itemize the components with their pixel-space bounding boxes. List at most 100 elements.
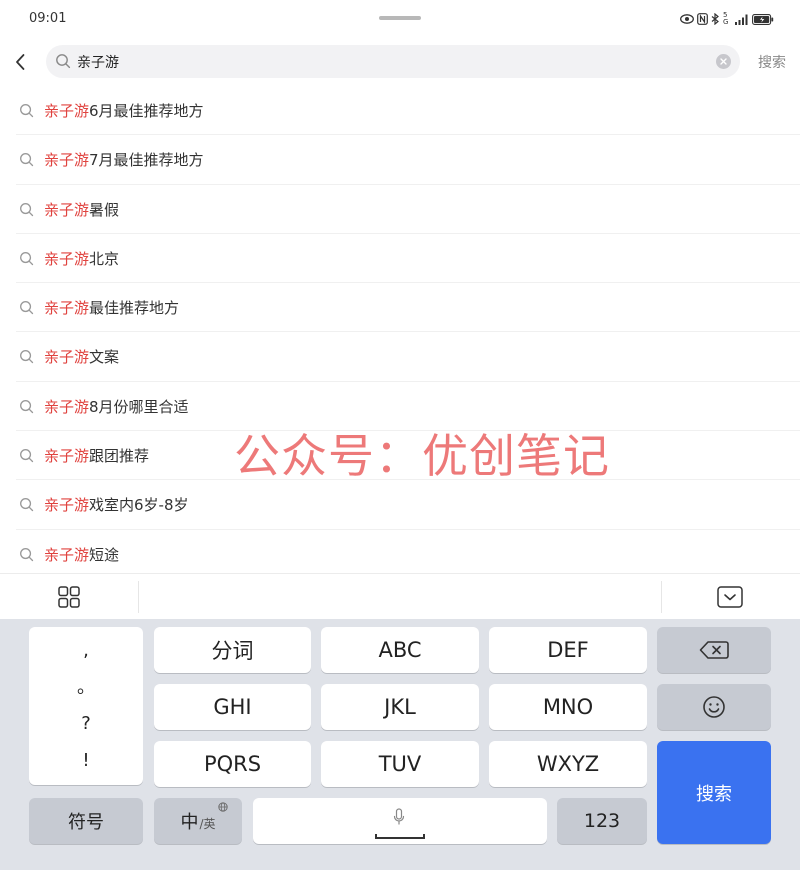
suggestion-highlight: 亲子游 xyxy=(44,102,90,120)
emoji-key[interactable] xyxy=(657,684,771,730)
search-icon xyxy=(20,301,34,315)
suggestion-rest: 最佳推荐地方 xyxy=(89,299,180,318)
search-box[interactable] xyxy=(46,45,740,78)
microphone-icon xyxy=(393,808,405,825)
suggestion-rest: 6月最佳推荐地方 xyxy=(89,102,204,120)
status-icons: 5G xyxy=(680,12,774,26)
suggestion-rest: 文案 xyxy=(89,348,120,367)
key-fenci[interactable]: 分词 xyxy=(154,627,311,673)
backspace-icon xyxy=(699,641,729,659)
suggestion-rest: 暑假 xyxy=(89,200,120,219)
search-icon xyxy=(20,547,34,561)
space-bar[interactable] xyxy=(253,798,547,844)
search-icon xyxy=(20,399,34,413)
suggestion-text: 亲子游暑假 xyxy=(44,199,119,220)
symbol-key[interactable]: 符号 xyxy=(29,798,143,844)
suggestion-highlight: 亲子游 xyxy=(44,545,90,564)
suggestion-item[interactable]: 亲子游6月最佳推荐地方 xyxy=(16,86,800,136)
suggestion-highlight: 亲子游 xyxy=(44,397,90,416)
suggestion-rest: 跟团推荐 xyxy=(89,447,150,466)
close-icon xyxy=(720,58,727,65)
back-button[interactable] xyxy=(8,48,32,76)
toolbar-divider xyxy=(661,581,662,613)
status-time: 09:01 xyxy=(29,11,67,26)
suggestion-text: 亲子游戏室内6岁-8岁 xyxy=(44,494,189,515)
backspace-key[interactable] xyxy=(657,627,771,673)
signal-icon xyxy=(735,14,748,25)
eye-icon xyxy=(680,14,694,24)
smiley-icon xyxy=(703,696,725,718)
suggestion-text: 亲子游跟团推荐 xyxy=(44,445,149,466)
key-jkl[interactable]: JKL xyxy=(321,684,479,730)
suggestion-highlight: 亲子游 xyxy=(44,249,90,268)
search-icon xyxy=(20,251,34,266)
suggestion-item[interactable]: 亲子游文案 xyxy=(16,332,800,382)
suggestion-rest: 7月最佳推荐地方 xyxy=(89,151,204,170)
suggestion-rest: 北京 xyxy=(89,249,120,268)
punct-question: ? xyxy=(81,713,91,735)
grab-handle[interactable] xyxy=(379,16,421,20)
punct-comma: , xyxy=(83,640,89,662)
suggestion-item[interactable]: 亲子游8月份哪里合适 xyxy=(16,382,800,432)
key-tuv[interactable]: TUV xyxy=(321,741,479,787)
key-wxyz[interactable]: WXYZ xyxy=(489,741,647,787)
suggestion-rest: 戏室内6岁-8岁 xyxy=(89,496,189,515)
nfc-icon xyxy=(697,13,708,25)
key-pqrs[interactable]: PQRS xyxy=(154,741,311,787)
search-enter-key[interactable]: 搜索 xyxy=(657,741,771,844)
keyboard: , 。 ? ! 分词 ABC DEF GHI JKL MNO PQRS TUV … xyxy=(0,619,800,870)
clear-button[interactable] xyxy=(716,54,731,69)
toolbar-divider xyxy=(138,581,139,613)
lang-main-label: 中 xyxy=(180,812,199,833)
punct-exclaim: ! xyxy=(82,749,90,771)
keyboard-toolbar xyxy=(0,573,800,620)
suggestion-text: 亲子游6月最佳推荐地方 xyxy=(44,100,204,121)
lang-sub-label: /英 xyxy=(199,816,216,831)
suggestion-item[interactable]: 亲子游最佳推荐地方 xyxy=(16,283,800,333)
suggestion-text: 亲子游8月份哪里合适 xyxy=(44,396,189,417)
suggestion-item[interactable]: 亲子游戏室内6岁-8岁 xyxy=(16,480,800,530)
space-indicator xyxy=(375,834,425,839)
search-submit-button[interactable]: 搜索 xyxy=(758,52,786,72)
key-ghi[interactable]: GHI xyxy=(154,684,311,730)
keyboard-hide-icon[interactable] xyxy=(717,586,743,608)
globe-icon xyxy=(218,802,228,812)
search-icon xyxy=(20,498,34,512)
search-header: 搜索 xyxy=(0,40,800,84)
network-label: 5G xyxy=(723,11,729,26)
language-switch-key[interactable]: 中/英 xyxy=(154,798,242,844)
punctuation-key[interactable]: , 。 ? ! xyxy=(29,627,143,785)
punct-period: 。 xyxy=(77,676,95,698)
number-key[interactable]: 123 xyxy=(557,798,647,844)
search-icon xyxy=(56,54,71,69)
bluetooth-icon xyxy=(711,13,719,25)
suggestion-rest: 短途 xyxy=(89,545,120,564)
suggestion-highlight: 亲子游 xyxy=(44,299,90,318)
search-icon xyxy=(20,202,34,216)
key-abc[interactable]: ABC xyxy=(321,627,479,673)
key-mno[interactable]: MNO xyxy=(489,684,647,730)
suggestion-text: 亲子游短途 xyxy=(44,544,119,565)
status-bar: 09:01 5G xyxy=(0,0,800,40)
suggestion-item[interactable]: 亲子游跟团推荐 xyxy=(16,431,800,481)
suggestion-text: 亲子游7月最佳推荐地方 xyxy=(44,149,204,170)
search-icon xyxy=(20,153,34,167)
suggestion-item[interactable]: 亲子游7月最佳推荐地方 xyxy=(16,135,800,185)
suggestion-text: 亲子游文案 xyxy=(44,346,119,367)
search-icon xyxy=(20,104,34,118)
search-icon xyxy=(20,449,34,463)
grid-menu-icon[interactable] xyxy=(58,586,80,608)
battery-icon xyxy=(752,13,774,25)
suggestion-highlight: 亲子游 xyxy=(44,496,90,515)
suggestion-text: 亲子游最佳推荐地方 xyxy=(44,297,179,318)
key-def[interactable]: DEF xyxy=(489,627,647,673)
chevron-left-icon xyxy=(16,54,25,70)
suggestion-highlight: 亲子游 xyxy=(44,151,90,170)
suggestion-item[interactable]: 亲子游北京 xyxy=(16,234,800,284)
suggestion-text: 亲子游北京 xyxy=(44,248,119,269)
suggestion-list: 亲子游6月最佳推荐地方 亲子游7月最佳推荐地方 亲子游暑假 亲子游北京 亲子游最… xyxy=(0,86,800,579)
search-input[interactable] xyxy=(77,45,717,78)
suggestion-rest: 8月份哪里合适 xyxy=(89,397,189,416)
suggestion-item[interactable]: 亲子游短途 xyxy=(16,530,800,579)
suggestion-item[interactable]: 亲子游暑假 xyxy=(16,185,800,234)
